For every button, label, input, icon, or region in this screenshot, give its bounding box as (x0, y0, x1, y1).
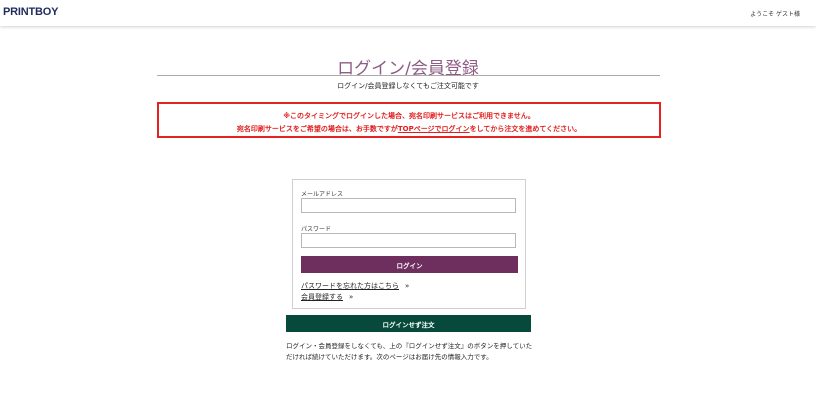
password-field[interactable] (301, 233, 516, 248)
warning-notice: ※このタイミングでログインした場合、宛名印刷サービスはご利用できません。 宛名印… (157, 102, 661, 138)
register-link[interactable]: 会員登録する (301, 292, 343, 302)
forgot-password-row: パスワードを忘れた方はこちら » (301, 281, 409, 291)
welcome-text: ようこそ ゲスト様 (750, 11, 800, 18)
notice-line-2-prefix: 宛名印刷サービスをご希望の場合は、お手数ですが (236, 125, 398, 133)
site-logo[interactable]: PRINTBOY (3, 6, 58, 18)
notice-line-1: ※このタイミングでログインした場合、宛名印刷サービスはご利用できません。 (283, 112, 535, 120)
email-label: メールアドレス (301, 191, 344, 198)
notice-line-2: 宛名印刷サービスをご希望の場合は、お手数ですがTOPページでログインをしてから注… (159, 124, 659, 134)
page-subtitle: ログイン/会員登録しなくてもご注文可能です (337, 82, 479, 90)
forgot-password-link[interactable]: パスワードを忘れた方はこちら (301, 281, 399, 291)
password-label: パスワード (301, 226, 332, 233)
title-divider (157, 75, 660, 76)
email-field[interactable] (301, 198, 516, 213)
guest-order-button[interactable]: ログインせず注文 (286, 315, 531, 332)
notice-line-2-suffix: をしてから注文を進めてください。 (469, 125, 582, 133)
login-form: メールアドレス パスワード ログイン パスワードを忘れた方はこちら » 会員登録… (292, 179, 526, 309)
site-header: PRINTBOY ようこそ ゲスト様 (0, 0, 816, 26)
chevron-right-icon: » (405, 282, 410, 290)
chevron-right-icon: » (349, 293, 354, 301)
register-row: 会員登録する » (301, 292, 353, 302)
top-page-login-link[interactable]: TOPページでログイン (398, 125, 470, 133)
guest-order-note: ログイン・会員登録をしなくても、上の『ログインせず注文』のボタンを押していただけ… (286, 342, 533, 361)
login-button[interactable]: ログイン (301, 256, 518, 273)
